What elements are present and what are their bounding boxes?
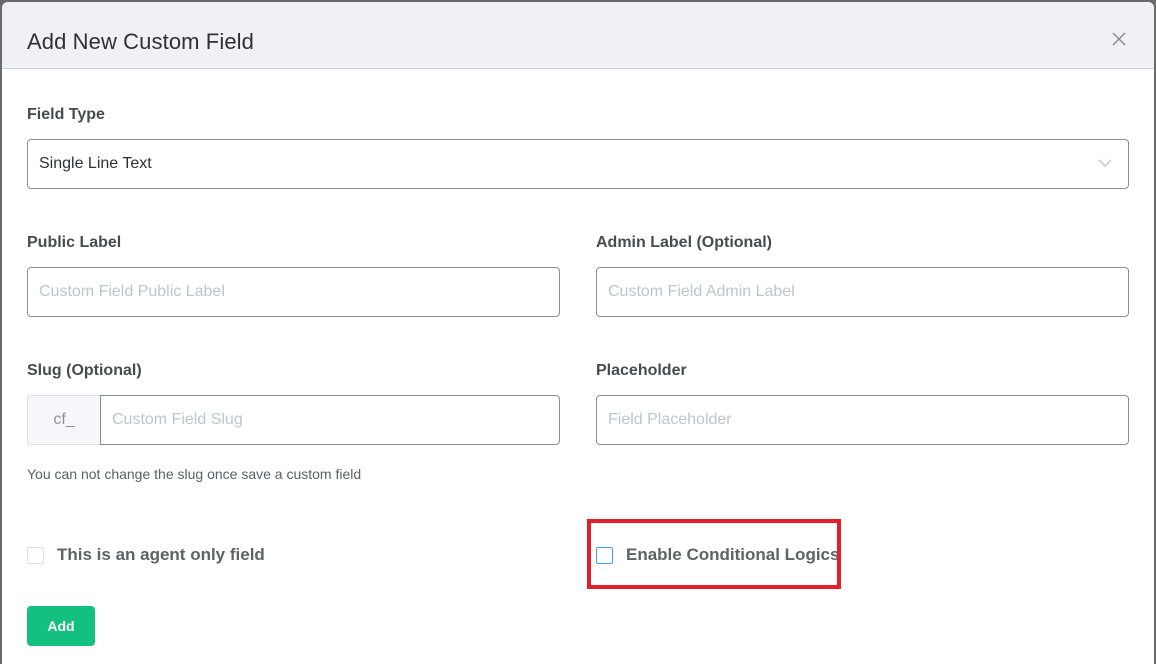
slug-input[interactable] — [101, 396, 559, 444]
close-button[interactable] — [1112, 32, 1128, 48]
slug-input-group: cf_ — [27, 395, 560, 445]
placeholder-input[interactable] — [597, 396, 1128, 444]
public-label-input[interactable] — [28, 268, 559, 316]
placeholder-field-wrapper — [596, 395, 1129, 445]
add-custom-field-modal: Add New Custom Field Field Type Single L… — [2, 2, 1154, 664]
admin-label-label: Admin Label (Optional) — [596, 234, 772, 251]
slug-prefix: cf_ — [27, 395, 100, 445]
slug-field-wrapper — [100, 395, 560, 445]
field-type-label: Field Type — [27, 106, 105, 123]
modal-title: Add New Custom Field — [27, 29, 254, 54]
field-type-select[interactable]: Single Line Text — [27, 139, 1129, 189]
slug-help-text: You can not change the slug once save a … — [27, 466, 362, 482]
public-label-label: Public Label — [27, 234, 122, 251]
agent-only-label: This is an agent only field — [57, 545, 265, 564]
public-label-field-wrapper — [27, 267, 560, 317]
agent-only-checkbox[interactable] — [27, 546, 44, 564]
field-type-value: Single Line Text — [39, 155, 152, 172]
conditional-logics-checkbox-row[interactable]: Enable Conditional Logics — [596, 545, 839, 565]
chevron-down-icon — [1098, 159, 1112, 167]
admin-label-field-wrapper — [596, 267, 1129, 317]
modal-header: Add New Custom Field — [2, 2, 1154, 69]
add-button[interactable]: Add — [27, 606, 95, 646]
slug-label: Slug (Optional) — [27, 362, 142, 379]
placeholder-label: Placeholder — [596, 362, 687, 379]
agent-only-checkbox-row[interactable]: This is an agent only field — [27, 545, 265, 565]
admin-label-input[interactable] — [597, 268, 1128, 316]
conditional-logics-label: Enable Conditional Logics — [626, 545, 840, 564]
close-icon — [1112, 32, 1126, 46]
conditional-logics-checkbox[interactable] — [596, 546, 613, 564]
